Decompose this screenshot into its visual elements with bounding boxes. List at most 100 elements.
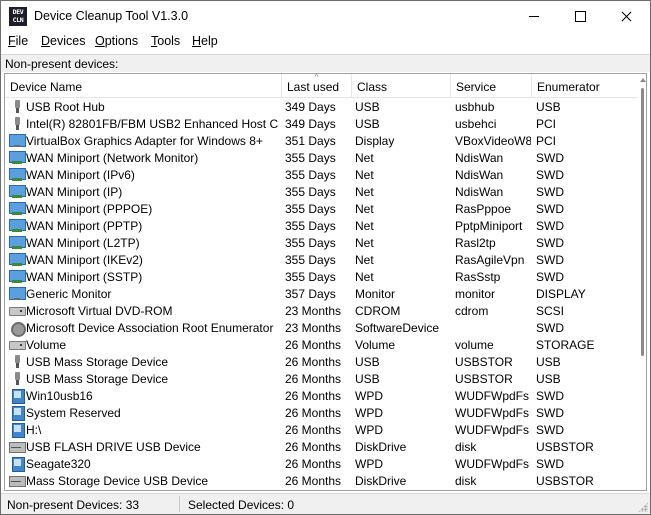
scroll-up-arrow-icon[interactable] [638,76,646,84]
device-name-cell: H:\ [26,423,42,437]
enumerator-cell: SWD [536,406,564,420]
table-row[interactable]: Generic Monitor 357 Days Monitor monitor DIS… [5,285,638,302]
class-cell: Net [355,151,374,165]
table-row[interactable]: WAN Miniport (L2TP) 355 Days Net Rasl2tp SWD [5,234,638,251]
menu-options-accel: O [95,34,105,48]
table-row[interactable]: WAN Miniport (PPPOE) 355 Days Net RasPppoe S… [5,200,638,217]
column-header-class[interactable]: Class [352,74,451,98]
device-device-icon [10,388,26,404]
class-cell: USB [355,355,380,369]
usb-device-icon [10,354,26,369]
enumerator-cell: SWD [536,219,564,233]
table-row[interactable]: WAN Miniport (IPv6) 355 Days Net NdisWan SWD [5,166,638,183]
device-name-cell: Mass Storage Device USB Device [26,474,209,488]
device-name-cell: USB Mass Storage Device [26,355,169,369]
column-header-service[interactable]: Service [451,74,532,98]
scroll-thumb[interactable] [641,88,644,356]
drive-device-icon [9,303,26,318]
class-cell: Net [355,236,374,250]
service-cell: WUDFWpdFs [455,406,529,420]
service-cell: NdisWan [455,168,504,182]
service-cell: volume [455,338,494,352]
table-row[interactable]: Microsoft Virtual DVD-ROM 23 Months CDROM c… [5,302,638,319]
last-used-cell: 355 Days [285,253,336,267]
service-cell: cdrom [455,304,489,318]
network-device-icon [9,218,26,233]
device-device-icon [10,422,26,438]
table-row[interactable]: WAN Miniport (Network Monitor) 355 Days Ne… [5,149,638,166]
table-row[interactable]: WAN Miniport (IKEv2) 355 Days Net RasAgileV… [5,251,638,268]
menu-devices-accel: D [41,34,51,48]
enumerator-cell: USB [536,355,561,369]
close-button[interactable] [603,1,649,32]
table-row[interactable]: VirtualBox Graphics Adapter for Windows … [5,132,638,149]
column-header-last-used[interactable]: ^ Last used [282,74,352,98]
table-row[interactable]: Microsoft Device Association Root Enumer… [5,319,638,337]
last-used-cell: 355 Days [285,202,336,216]
menu-devices[interactable]: Devices [41,34,85,48]
class-cell: CDROM [355,304,401,318]
class-cell: USB [355,372,380,386]
table-row[interactable]: USB FLASH DRIVE USB Device 26 Months DiskD… [5,438,638,455]
table-row[interactable]: USB Mass Storage Device 26 Months USB USBST… [5,353,638,370]
class-cell: WPD [355,457,383,471]
table-row[interactable]: USB Mass Storage Device 26 Months USB USBST… [5,370,638,387]
service-cell: VBoxVideoW8 [455,134,531,148]
device-name-cell: Microsoft Virtual DVD-ROM [26,304,173,318]
disk-device-icon [9,473,26,488]
table-row[interactable]: Intel(R) 82801FB/FBM USB2 Enhanced Host … [5,115,638,132]
column-header-device-name[interactable]: Device Name [5,74,282,98]
device-list[interactable]: Device Name ^ Last used Class Service En… [4,73,647,491]
status-separator [179,496,180,512]
menu-options[interactable]: Options [95,34,138,48]
menu-help[interactable]: Help [192,34,218,48]
table-row[interactable]: Mass Storage Device USB Device 26 Months D… [5,472,638,489]
monitor-device-icon [9,286,26,301]
resize-grip-icon[interactable] [638,502,648,512]
last-used-cell: 26 Months [285,355,342,369]
network-device-icon [9,150,26,165]
enumerator-cell: SWD [536,168,564,182]
menu-file[interactable]: File [8,34,28,48]
column-header-enumerator[interactable]: Enumerator [532,74,638,98]
title-bar[interactable]: DEV CLN Device Cleanup Tool V1.3.0 [1,1,650,32]
class-cell: Monitor [355,287,396,301]
table-row[interactable]: WAN Miniport (IP) 355 Days Net NdisWan SWD [5,183,638,200]
enumerator-cell: SCSI [536,304,565,318]
column-header-class-label: Class [357,80,388,94]
table-row[interactable]: WAN Miniport (SSTP) 355 Days Net RasSstp SWD [5,268,638,285]
menu-tools[interactable]: Tools [151,34,180,48]
service-cell: WUDFWpdFs [455,423,529,437]
table-row[interactable]: USB Root Hub 349 Days USB usbhub USB [5,98,638,115]
table-row[interactable]: System Reserved 26 Months WPD WUDFWpdFs SWD [5,404,638,421]
device-name-cell: USB FLASH DRIVE USB Device [26,440,201,454]
device-name-cell: Volume [26,338,67,352]
enumerator-cell: SWD [536,321,564,335]
last-used-cell: 23 Months [285,321,342,335]
monitor-device-icon [9,133,26,148]
menu-help-accel: H [192,34,202,48]
minimize-button[interactable] [511,1,557,32]
menu-options-rest: ptions [104,34,139,48]
window-title: Device Cleanup Tool V1.3.0 [34,9,189,23]
table-row[interactable]: Win10usb16 26 Months WPD WUDFWpdFs SWD [5,387,638,404]
enumerator-cell: DISPLAY [536,287,586,301]
service-cell: monitor [455,287,496,301]
last-used-cell: 355 Days [285,270,336,284]
enumerator-cell: SWD [536,202,564,216]
vertical-scrollbar[interactable] [638,74,646,490]
last-used-cell: 26 Months [285,372,342,386]
last-used-cell: 349 Days [285,117,336,131]
table-row[interactable]: Volume 26 Months Volume volume STORAGE [5,336,638,353]
section-label: Non-present devices: [1,54,650,72]
class-cell: DiskDrive [355,440,407,454]
class-cell: Display [355,134,395,148]
class-cell: USB [355,117,380,131]
enumerator-cell: USBSTOR [536,440,594,454]
device-name-cell: WAN Miniport (IPv6) [26,168,135,182]
service-cell: NdisWan [455,185,504,199]
table-row[interactable]: H:\ 26 Months WPD WUDFWpdFs SWD [5,421,638,438]
table-row[interactable]: Seagate320 26 Months WPD WUDFWpdFs SWD [5,455,638,472]
maximize-button[interactable] [557,1,603,32]
table-row[interactable]: WAN Miniport (PPTP) 355 Days Net PptpMinipo… [5,217,638,234]
